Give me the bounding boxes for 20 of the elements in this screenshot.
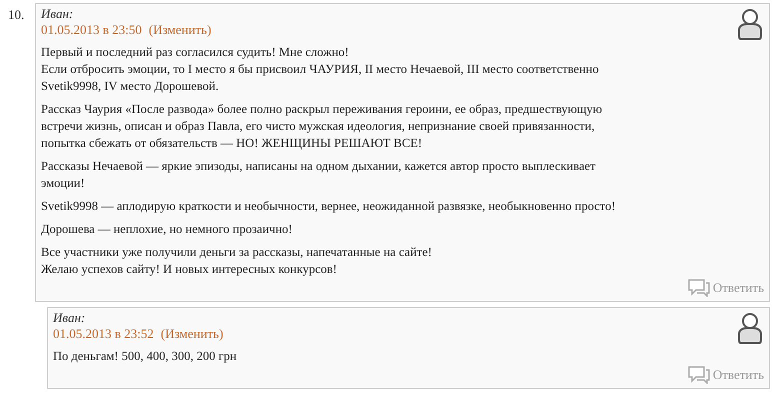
comment-paragraph: Дорошева — неплохие, но немного прозаично! xyxy=(41,221,292,238)
user-icon xyxy=(737,8,763,42)
comment-paragraph: Все участники уже получили деньги за рассказы, напечатанные на сайте! Желаю успехов сайту! И новых интересных конкурсов! xyxy=(41,244,432,278)
comment-number: 10. xyxy=(7,6,26,24)
edit-link[interactable]: (Изменить) xyxy=(160,326,224,342)
comment-paragraph: Svetik9998 — аплодирую краткости и необычности, вернее, неожиданной развязке, необыкновенно просто! xyxy=(41,198,616,215)
speech-bubble-icon xyxy=(688,279,710,297)
reply-link[interactable]: Ответить xyxy=(688,366,764,384)
comment-date: 01.05.2013 в 23:52 xyxy=(53,326,154,342)
comment-date: 01.05.2013 в 23:50 xyxy=(41,22,142,38)
comment-paragraph: По деньгам! 500, 400, 300, 200 грн xyxy=(53,348,237,365)
user-icon xyxy=(737,312,763,346)
speech-bubble-icon xyxy=(688,366,710,384)
comment-author: Иван: xyxy=(53,309,86,326)
comment-paragraph: Рассказы Нечаевой — яркие эпизоды, написаны на одном дыхании, кажется автор просто выплескивает эмоции! xyxy=(41,158,596,192)
comment-paragraph: Первый и последний раз согласился судить! Мне сложно! Если отбросить эмоции, то I место я бы присвоил ЧАУРИЯ, II место Нечаевой, III место соответственно Svetik9998, IV место Дорошевой. xyxy=(41,44,599,95)
comment-paragraph: Рассказ Чаурия «После развода» более полно раскрыл переживания героини, ее образ, предшествующую встречи жизнь, описан и образ Павла, его чисто мужская идеология, непризнание своей привязанности, попытка сбежать от обязательств — НО! ЖЕНЩИНЫ РЕШАЮТ ВСЕ! xyxy=(41,101,602,152)
reply-link[interactable]: Ответить xyxy=(688,279,764,297)
edit-link[interactable]: (Изменить) xyxy=(148,22,212,38)
comment-author: Иван: xyxy=(41,5,74,22)
